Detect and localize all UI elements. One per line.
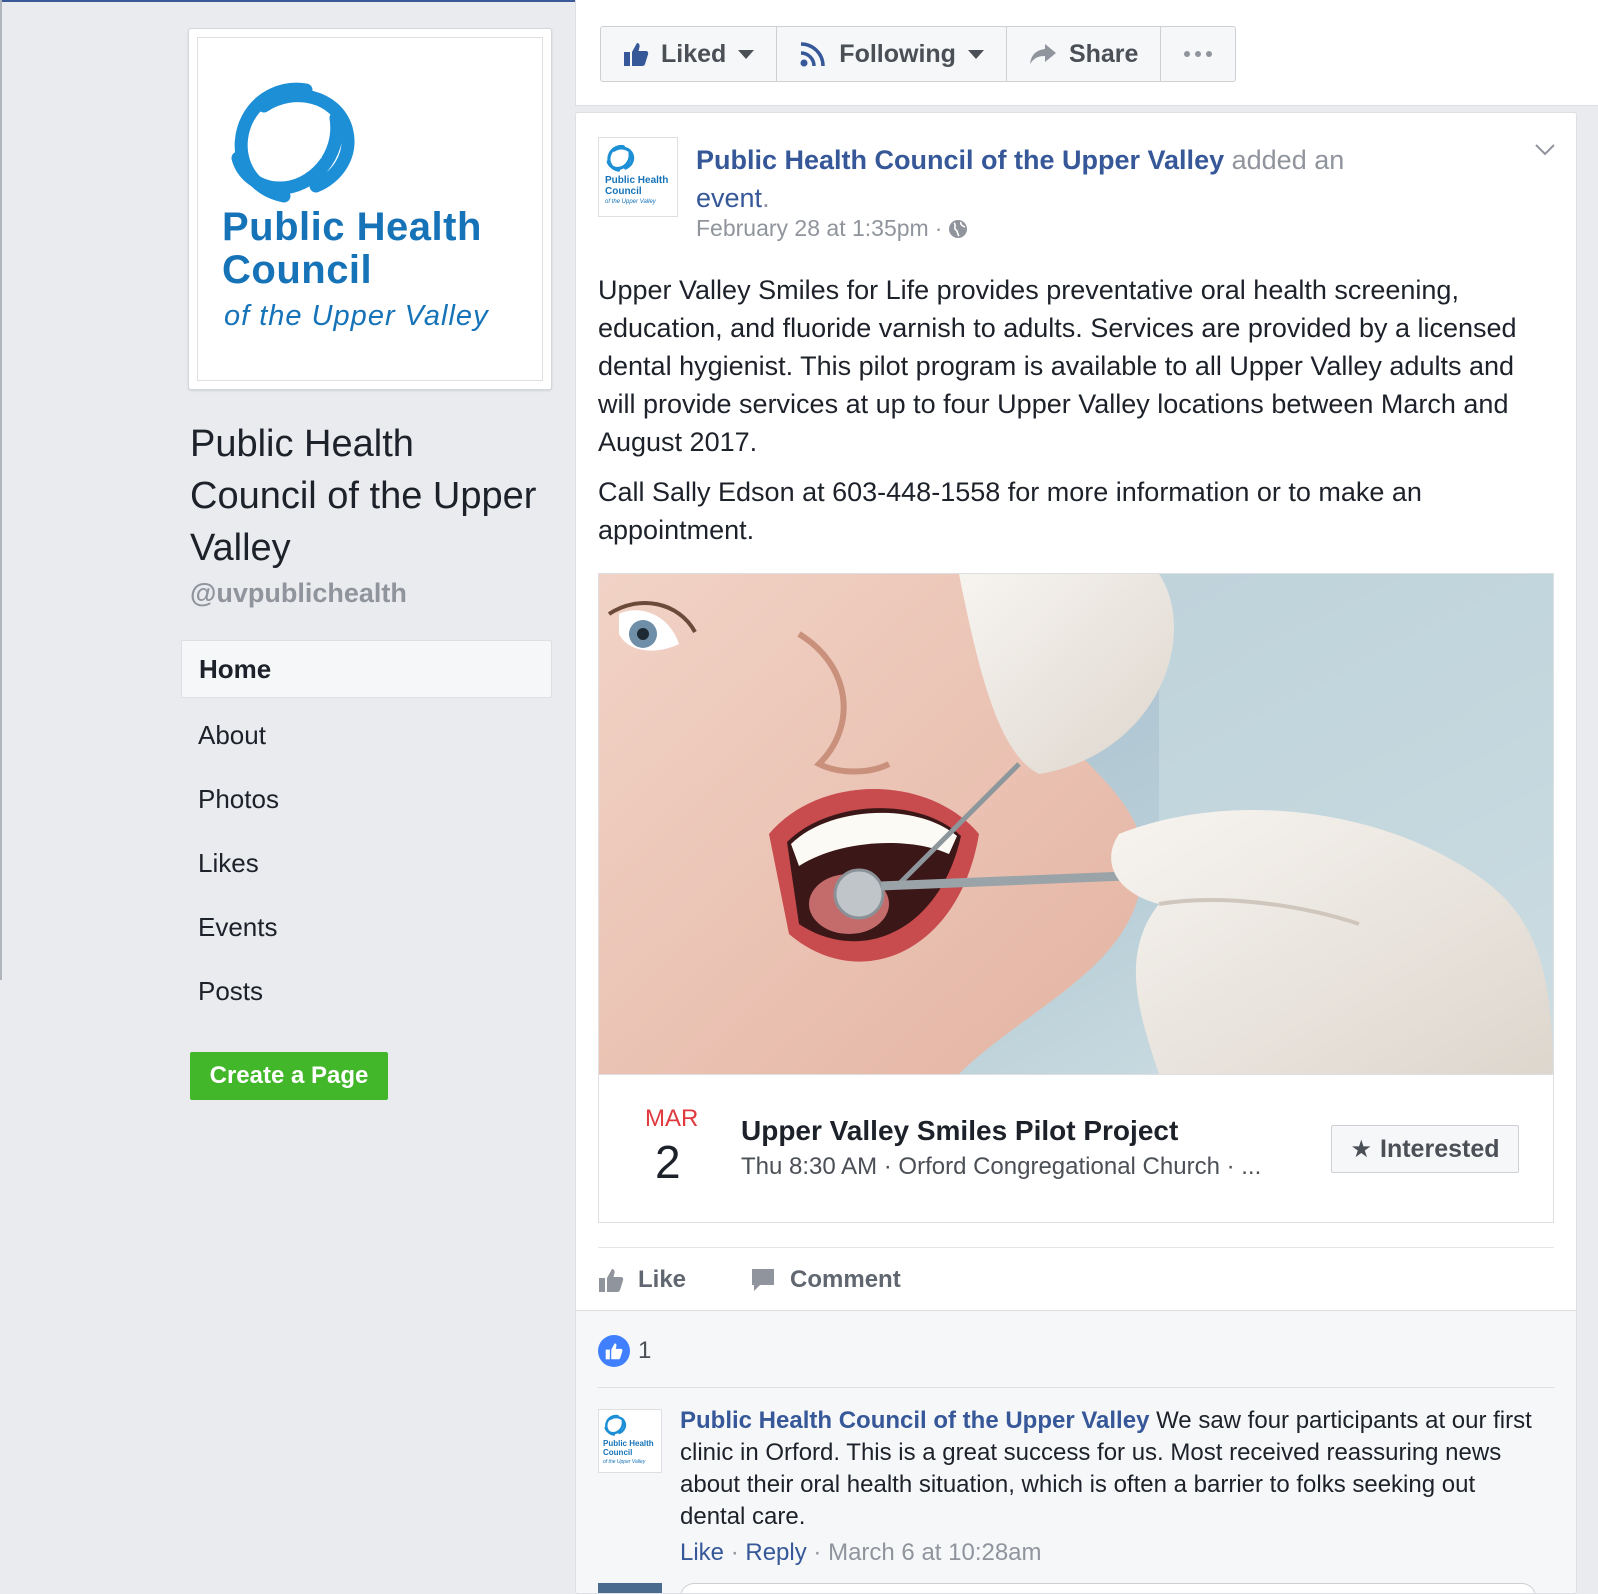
comment-author-link[interactable]: Public Health Council of the Upper Valle… <box>680 1407 1149 1434</box>
interested-label: Interested <box>1380 1134 1500 1163</box>
post-options-chevron-icon[interactable] <box>1534 143 1556 157</box>
thumbs-up-icon <box>599 1268 624 1292</box>
comment-button[interactable]: Comment <box>750 1266 901 1294</box>
thumbs-up-icon <box>624 43 649 66</box>
liked-button[interactable]: Liked <box>601 27 778 81</box>
star-icon: ★ <box>1350 1135 1373 1163</box>
globe-icon <box>949 219 968 238</box>
like-count: 1 <box>638 1337 652 1364</box>
avatar-logo-line3: of the Upper Valley <box>603 1459 646 1465</box>
chevron-down-icon <box>738 49 755 59</box>
comment-body: Public Health Council of the Upper Valle… <box>680 1405 1540 1533</box>
profile-picture[interactable]: Public Health Council of the Upper Valle… <box>188 28 552 390</box>
post-verb: added an <box>1231 145 1345 175</box>
post-author-link[interactable]: Public Health Council of the Upper Valle… <box>696 145 1224 175</box>
dental-exam-illustration <box>599 574 1553 1074</box>
post-header: Public Health Council of the Upper Valle… <box>696 145 1345 213</box>
nav-item-about[interactable]: About <box>181 706 552 770</box>
share-button[interactable]: Share <box>1007 27 1162 81</box>
event-subtitle: Thu 8:30 AM · Orford Congregational Chur… <box>741 1153 1262 1180</box>
logo-text-line1: Public Health <box>222 205 482 249</box>
post-paragraph-1: Upper Valley Smiles for Life provides pr… <box>598 275 1517 457</box>
nav-item-photos[interactable]: Photos <box>181 770 552 834</box>
reaction-summary[interactable]: 1 <box>598 1335 651 1367</box>
comment-label: Comment <box>790 1265 901 1293</box>
logo-text-line2: Council <box>222 248 373 292</box>
avatar-logo-line2: Council <box>603 1448 633 1457</box>
post-feedback: 1 Public Health Council of the Upper Val… <box>576 1310 1576 1593</box>
event-title[interactable]: Upper Valley Smiles Pilot Project <box>741 1115 1178 1147</box>
comment-timestamp[interactable]: March 6 at 10:28am <box>828 1539 1041 1566</box>
page-action-bar: Liked Following Share <box>575 0 1598 106</box>
liked-label: Liked <box>661 39 727 68</box>
event-card[interactable]: MAR 2 Upper Valley Smiles Pilot Project … <box>598 573 1554 1223</box>
interested-button[interactable]: ★ Interested <box>1331 1125 1519 1173</box>
page-nav: Home About Photos Likes Events Posts <box>181 640 552 1026</box>
more-button[interactable] <box>1161 27 1235 81</box>
page-handle[interactable]: @uvpublichealth <box>190 578 407 609</box>
post-timestamp[interactable]: February 28 at 1:35pm <box>696 215 929 242</box>
post-paragraph-2: Call Sally Edson at 603-448-1558 for mor… <box>598 477 1422 545</box>
logo-text-line3: of the Upper Valley <box>224 300 489 332</box>
nav-item-home[interactable]: Home <box>181 640 552 698</box>
chevron-down-icon <box>967 49 984 59</box>
event-cover-photo[interactable] <box>599 574 1553 1074</box>
event-details: MAR 2 Upper Valley Smiles Pilot Project … <box>599 1074 1553 1222</box>
feed-post: Public Health Council of the Upper Valle… <box>575 112 1577 1594</box>
event-month: MAR <box>645 1105 699 1132</box>
following-label: Following <box>839 39 956 68</box>
avatar-logo-line1: Public Health <box>603 1439 654 1448</box>
council-logo-icon <box>606 144 635 172</box>
profile-logo: Public Health Council of the Upper Valle… <box>197 37 543 381</box>
like-reaction-icon <box>598 1335 630 1367</box>
like-button[interactable]: Like <box>598 1266 686 1294</box>
share-label: Share <box>1068 39 1139 68</box>
reply-input[interactable] <box>680 1583 1536 1593</box>
comment-meta: Like · Reply · March 6 at 10:28am <box>680 1539 1042 1566</box>
action-button-group: Liked Following Share <box>600 26 1237 82</box>
feedback-divider <box>598 1387 1554 1388</box>
council-logo-icon <box>604 1414 627 1436</box>
avatar-logo-line1: Public Health <box>605 175 669 186</box>
page-name[interactable]: Public Health Council of the Upper Valle… <box>190 418 550 574</box>
post-action-row: Like Comment <box>598 1247 1554 1311</box>
nav-item-posts[interactable]: Posts <box>181 962 552 1026</box>
comment-bubble-icon <box>752 1268 775 1291</box>
comment-like-link[interactable]: Like <box>680 1539 724 1566</box>
avatar-logo-line2: Council <box>605 186 642 197</box>
nav-item-events[interactable]: Events <box>181 898 552 962</box>
event-day: 2 <box>655 1136 681 1188</box>
post-author-avatar[interactable]: Public Health Council of the Upper Valle… <box>598 137 678 217</box>
rss-icon <box>800 42 826 67</box>
share-arrow-icon <box>1029 44 1056 64</box>
ellipsis-icon <box>1184 51 1213 57</box>
nav-item-likes[interactable]: Likes <box>181 834 552 898</box>
create-page-button[interactable]: Create a Page <box>190 1052 388 1100</box>
viewer-avatar <box>598 1583 662 1593</box>
like-label: Like <box>638 1265 687 1293</box>
event-link[interactable]: event <box>696 183 762 213</box>
post-timestamp-row: February 28 at 1:35pm · <box>696 215 968 242</box>
left-border <box>0 0 2 980</box>
comment-author-avatar[interactable]: Public Health Council of the Upper Valle… <box>598 1409 662 1473</box>
council-logo-icon <box>231 82 355 203</box>
avatar-logo-line3: of the Upper Valley <box>605 199 656 205</box>
post-body: Upper Valley Smiles for Life provides pr… <box>598 271 1558 561</box>
following-button[interactable]: Following <box>777 27 1007 81</box>
comment-reply-link[interactable]: Reply <box>745 1539 806 1566</box>
